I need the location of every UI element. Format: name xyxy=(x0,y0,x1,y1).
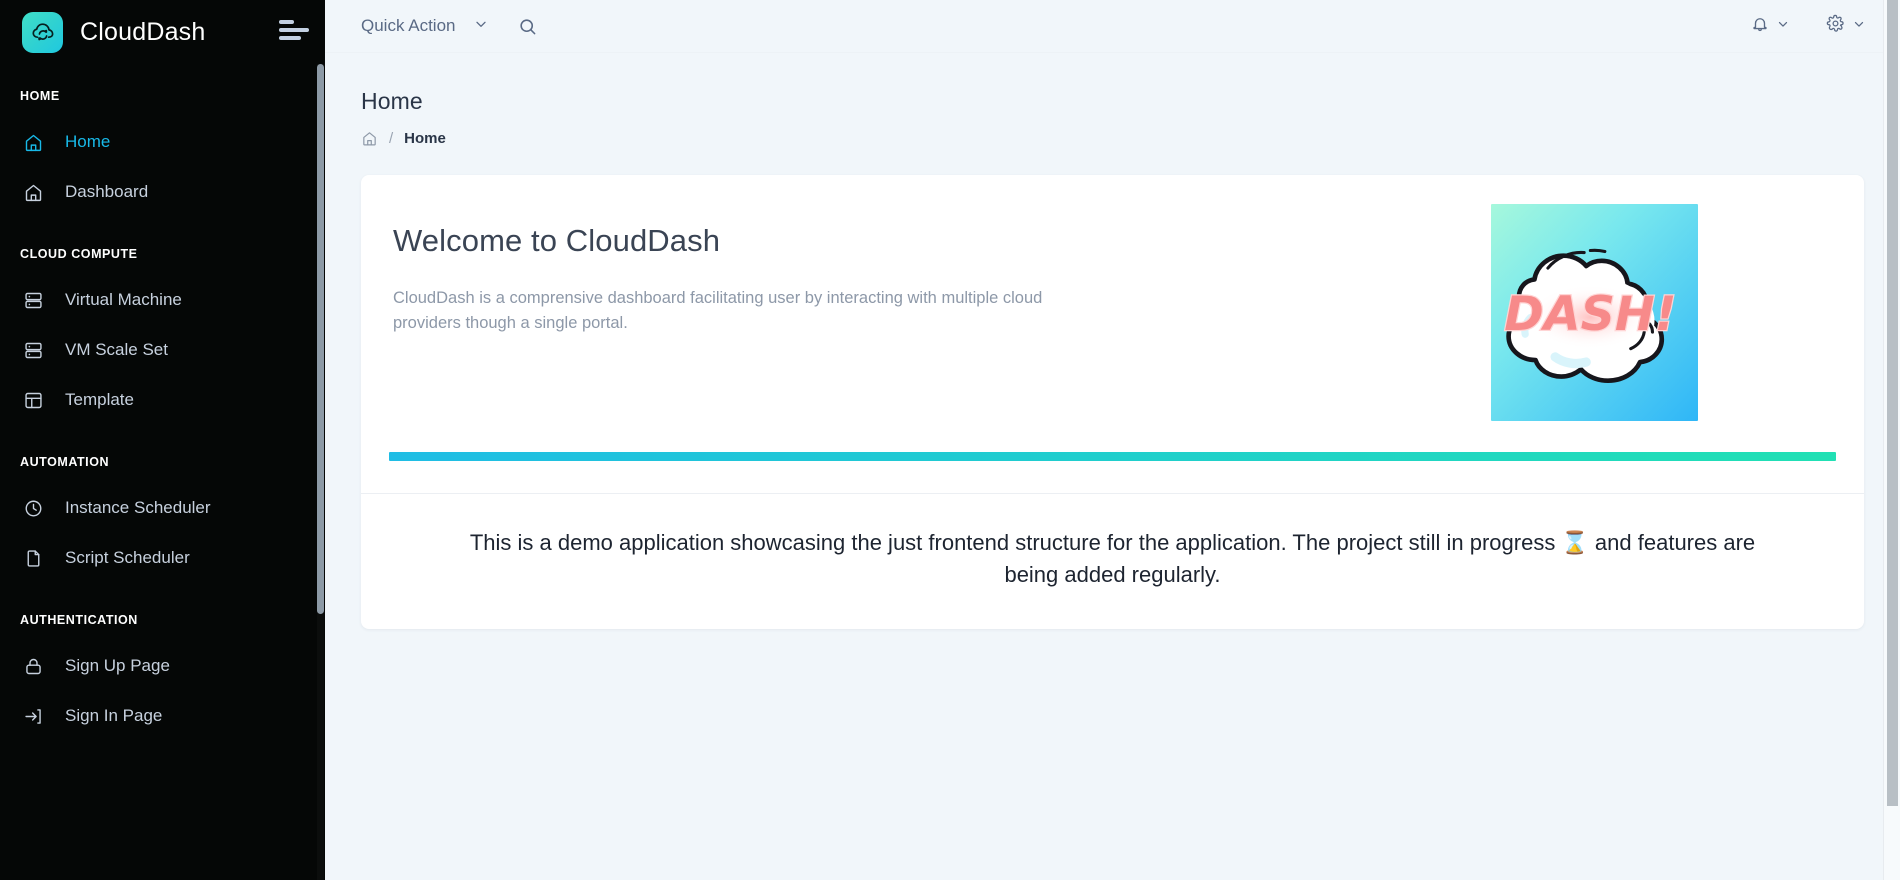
sidebar-item-instance-scheduler[interactable]: Instance Scheduler xyxy=(0,483,325,533)
sidebar-item-label: Sign Up Page xyxy=(65,656,170,676)
brand-name: CloudDash xyxy=(80,18,205,47)
welcome-description: CloudDash is a comprensive dashboard fac… xyxy=(393,286,1093,336)
clock-icon xyxy=(22,497,44,519)
sidebar-scrollbar-thumb[interactable] xyxy=(317,64,324,614)
hamburger-bar xyxy=(279,36,301,40)
nav-section-title-authentication: AUTHENTICATION xyxy=(0,613,325,627)
breadcrumb-home-icon[interactable] xyxy=(361,130,378,147)
welcome-row: Welcome to CloudDash CloudDash is a comp… xyxy=(361,175,1864,452)
topbar: Quick Action xyxy=(325,0,1900,52)
chevron-down-icon xyxy=(473,16,489,37)
cloud-sync-icon xyxy=(22,12,63,53)
sidebar-item-home[interactable]: Home xyxy=(0,117,325,167)
banner-word: DASH! xyxy=(1504,287,1676,342)
layout-panel-icon xyxy=(22,389,44,411)
sidebar-item-label: Instance Scheduler xyxy=(65,498,211,518)
demo-notice-text: This is a demo application showcasing th… xyxy=(361,494,1864,629)
chevron-down-icon xyxy=(1852,17,1866,36)
nav-section-title-automation: AUTOMATION xyxy=(0,455,325,469)
gear-icon xyxy=(1826,14,1845,38)
sidebar-item-label: Virtual Machine xyxy=(65,290,182,310)
home-icon xyxy=(22,131,44,153)
sidebar-item-label: Sign In Page xyxy=(65,706,162,726)
notifications-button[interactable] xyxy=(1751,15,1790,38)
gradient-divider-bar xyxy=(389,452,1836,461)
sidebar-item-script-scheduler[interactable]: Script Scheduler xyxy=(0,533,325,583)
sidebar-scrollbar[interactable] xyxy=(317,64,324,880)
sidebar-item-label: Dashboard xyxy=(65,182,148,202)
sidebar-item-label: Template xyxy=(65,390,134,410)
app-root: CloudDash HOME Home xyxy=(0,0,1900,880)
nav-section-title-home: HOME xyxy=(0,89,325,103)
page-header: Home / Home xyxy=(325,52,1900,147)
search-icon[interactable] xyxy=(516,14,540,38)
sidebar-item-sign-up-page[interactable]: Sign Up Page xyxy=(0,641,325,691)
welcome-heading: Welcome to CloudDash xyxy=(393,223,1093,259)
main-content: Quick Action xyxy=(325,0,1900,880)
sidebar-item-label: Home xyxy=(65,132,110,152)
settings-button[interactable] xyxy=(1826,14,1866,38)
login-arrow-icon xyxy=(22,705,44,727)
topbar-actions xyxy=(1751,0,1866,52)
cloud-dash-banner-image: DASH! xyxy=(1491,204,1698,421)
lock-icon xyxy=(22,655,44,677)
welcome-card: Welcome to CloudDash CloudDash is a comp… xyxy=(361,175,1864,629)
hamburger-bar xyxy=(279,20,294,24)
welcome-text-block: Welcome to CloudDash CloudDash is a comp… xyxy=(361,223,1093,336)
page-title: Home xyxy=(361,88,1900,115)
sidebar-item-label: VM Scale Set xyxy=(65,340,168,360)
chevron-down-icon xyxy=(1776,17,1790,36)
sidebar-item-label: Script Scheduler xyxy=(65,548,190,568)
hamburger-menu-icon[interactable] xyxy=(279,17,309,43)
hamburger-bar xyxy=(279,28,309,32)
sidebar-header: CloudDash xyxy=(0,0,325,64)
breadcrumb: / Home xyxy=(361,130,1900,147)
server-icon xyxy=(22,289,44,311)
breadcrumb-separator: / xyxy=(389,130,393,147)
server-stack-icon xyxy=(22,339,44,361)
page-scrollbar[interactable] xyxy=(1883,0,1900,880)
file-icon xyxy=(22,547,44,569)
sidebar-item-virtual-machine[interactable]: Virtual Machine xyxy=(0,275,325,325)
quick-action-label: Quick Action xyxy=(361,16,456,36)
home-icon xyxy=(22,181,44,203)
sidebar-item-template[interactable]: Template xyxy=(0,375,325,425)
sidebar-item-dashboard[interactable]: Dashboard xyxy=(0,167,325,217)
quick-action-dropdown[interactable]: Quick Action xyxy=(361,16,489,37)
bell-icon xyxy=(1751,15,1769,38)
sidebar: CloudDash HOME Home xyxy=(0,0,325,880)
breadcrumb-current[interactable]: Home xyxy=(404,130,446,147)
sidebar-item-sign-in-page[interactable]: Sign In Page xyxy=(0,691,325,741)
nav-section-title-cloud-compute: CLOUD COMPUTE xyxy=(0,247,325,261)
page-scrollbar-thumb[interactable] xyxy=(1887,0,1898,806)
sidebar-item-vm-scale-set[interactable]: VM Scale Set xyxy=(0,325,325,375)
sidebar-nav: HOME Home Dashboard xyxy=(0,64,325,880)
